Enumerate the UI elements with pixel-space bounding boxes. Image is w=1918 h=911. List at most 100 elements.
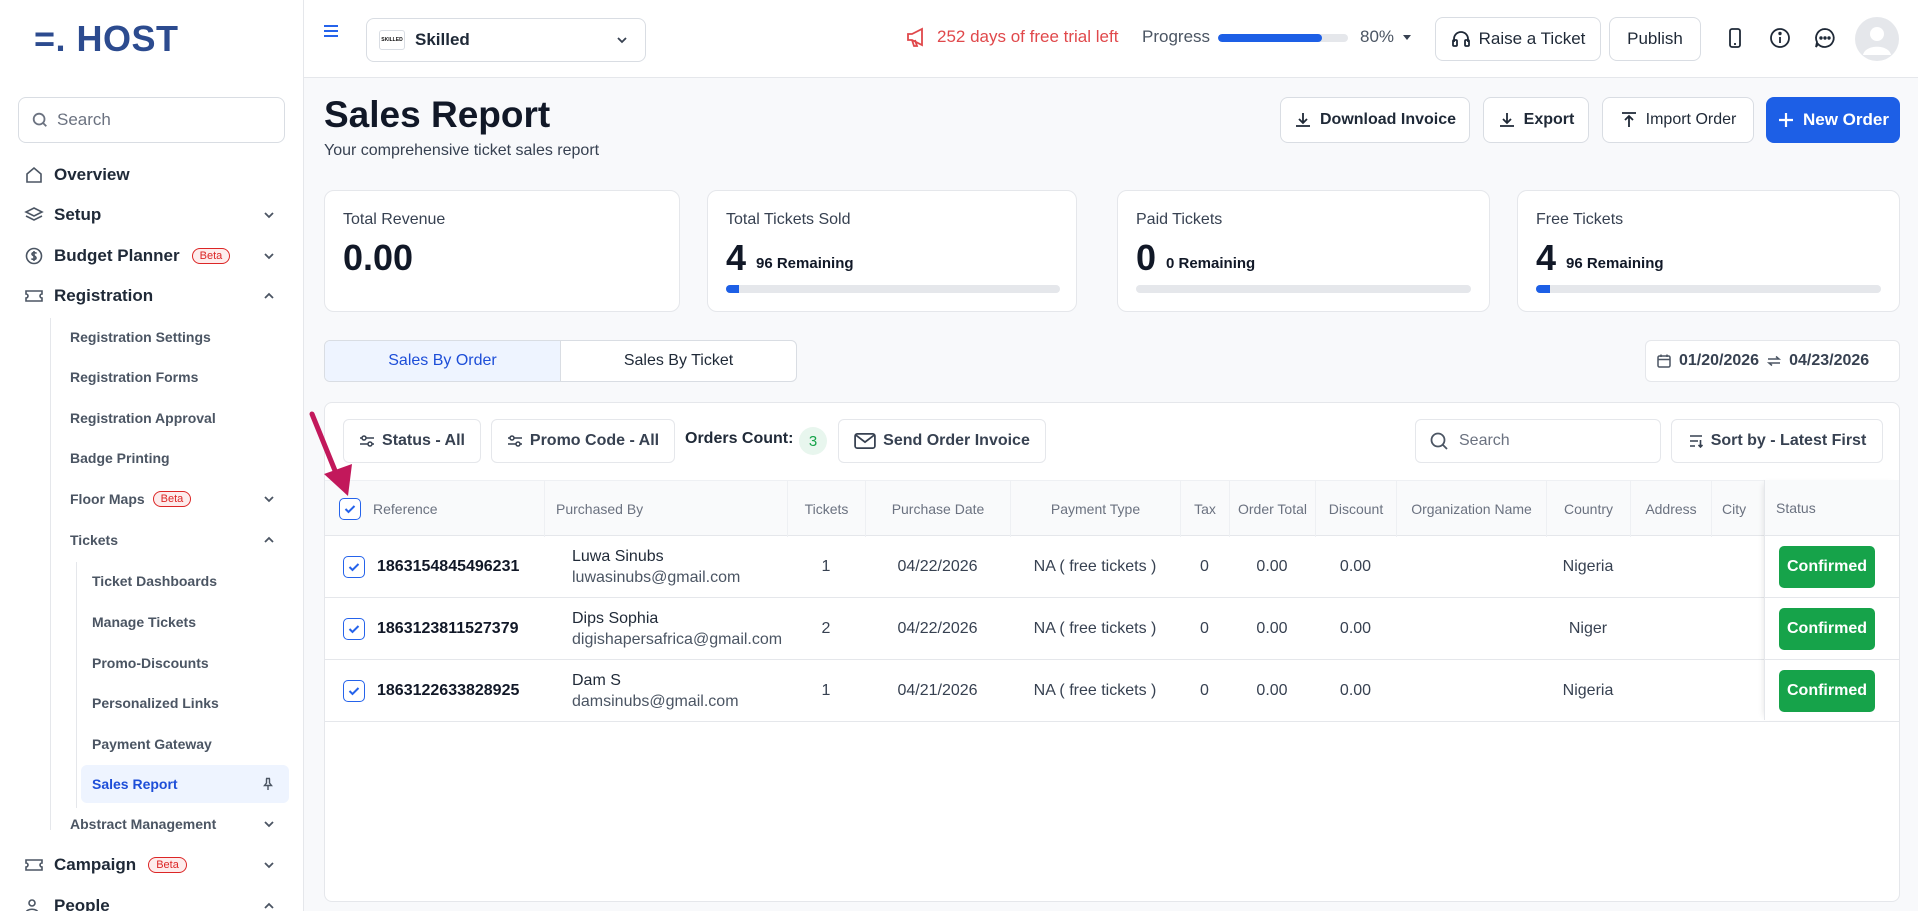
chevron-down-icon[interactable] bbox=[262, 492, 276, 506]
event-selector[interactable]: SKILLED Skilled bbox=[366, 18, 646, 62]
download-invoice-button[interactable]: Download Invoice bbox=[1280, 97, 1470, 143]
sidebar-subitem-badge-printing[interactable]: Badge Printing bbox=[70, 439, 288, 477]
new-order-button[interactable]: New Order bbox=[1766, 97, 1900, 143]
purchaser-email: damsinubs@gmail.com bbox=[572, 692, 739, 710]
status-filter-button[interactable]: Status - All bbox=[343, 419, 481, 463]
sidebar-item-people[interactable]: People bbox=[18, 886, 288, 911]
sidebar-subitem-tickets[interactable]: Tickets bbox=[70, 521, 288, 559]
menu-icon[interactable] bbox=[322, 22, 340, 40]
table-row[interactable]: 1863123811527379 Dips Sophia digishapers… bbox=[325, 598, 1899, 660]
tickets-count: 1 bbox=[821, 558, 831, 575]
order-reference[interactable]: 1863154845496231 bbox=[377, 536, 519, 598]
stat-value: 0 bbox=[1136, 237, 1157, 278]
column-header-discount[interactable]: Discount bbox=[1315, 481, 1396, 537]
country: Nigeria bbox=[1562, 682, 1614, 699]
orders-search-input[interactable]: Search bbox=[1415, 419, 1661, 463]
column-header-purchased-by[interactable]: Purchased By bbox=[544, 481, 787, 537]
sidebar-subitem-registration-settings[interactable]: Registration Settings bbox=[70, 318, 288, 356]
column-header-reference[interactable]: Reference bbox=[339, 481, 544, 537]
raise-ticket-button[interactable]: Raise a Ticket bbox=[1435, 17, 1601, 61]
sidebar-item-budget-planner[interactable]: Budget Planner Beta bbox=[18, 236, 288, 276]
sidebar-item-label: Registration bbox=[54, 286, 154, 305]
order-reference[interactable]: 1863122633828925 bbox=[377, 660, 519, 722]
organization-name bbox=[1396, 598, 1546, 660]
publish-button[interactable]: Publish bbox=[1609, 17, 1701, 61]
sidebar-subitem-payment-gateway[interactable]: Payment Gateway bbox=[81, 725, 289, 763]
sort-button[interactable]: Sort by - Latest First bbox=[1671, 419, 1883, 463]
column-header-address[interactable]: Address bbox=[1630, 481, 1711, 537]
sidebar-subitem-registration-approval[interactable]: Registration Approval bbox=[70, 399, 288, 437]
chevron-down-icon[interactable] bbox=[262, 249, 276, 263]
sidebar-subitem-label: Sales Report bbox=[92, 776, 178, 792]
send-order-invoice-button[interactable]: Send Order Invoice bbox=[838, 419, 1046, 463]
chevron-down-icon[interactable] bbox=[262, 817, 276, 831]
column-header-city[interactable]: City bbox=[1711, 481, 1764, 537]
table-row[interactable]: 1863154845496231 Luwa Sinubs luwasinubs@… bbox=[325, 536, 1899, 598]
export-button[interactable]: Export bbox=[1483, 97, 1589, 143]
orders-count-badge: 3 bbox=[799, 427, 827, 455]
sidebar-item-setup[interactable]: Setup bbox=[18, 195, 288, 235]
stat-card-total-revenue: Total Revenue 0.00 bbox=[324, 190, 680, 312]
tab-sales-by-order[interactable]: Sales By Order bbox=[325, 341, 561, 381]
column-header-purchase-date[interactable]: Purchase Date bbox=[865, 481, 1010, 537]
purchaser-name: Dips Sophia bbox=[572, 609, 659, 627]
trial-notice[interactable]: 252 days of free trial left bbox=[905, 26, 1118, 48]
column-header-tax[interactable]: Tax bbox=[1180, 481, 1229, 537]
mobile-icon[interactable] bbox=[1723, 26, 1747, 50]
column-header-organization-name[interactable]: Organization Name bbox=[1396, 481, 1546, 537]
column-header-order-total[interactable]: Order Total bbox=[1229, 481, 1315, 537]
row-checkbox[interactable] bbox=[343, 680, 365, 702]
sidebar-subitem-sales-report[interactable]: Sales Report bbox=[81, 765, 289, 803]
sidebar-subitem-ticket-dashboards[interactable]: Ticket Dashboards bbox=[81, 562, 289, 600]
sidebar-item-label: People bbox=[54, 896, 110, 911]
check-icon bbox=[348, 687, 360, 696]
column-header-country[interactable]: Country bbox=[1546, 481, 1630, 537]
discount-value: 0.00 bbox=[1339, 620, 1372, 637]
beta-badge: Beta bbox=[191, 248, 231, 264]
sidebar-subitem-promo-discounts[interactable]: Promo-Discounts bbox=[81, 644, 289, 682]
row-checkbox[interactable] bbox=[343, 556, 365, 578]
caret-down-icon[interactable] bbox=[1401, 31, 1413, 43]
chevron-up-icon[interactable] bbox=[262, 899, 276, 911]
sidebar-search-input[interactable]: Search bbox=[18, 97, 285, 143]
table-row[interactable]: 1863122633828925 Dam S damsinubs@gmail.c… bbox=[325, 660, 1899, 722]
sidebar-subitem-label: Floor Maps bbox=[70, 491, 145, 507]
new-order-label: New Order bbox=[1803, 110, 1889, 129]
chevron-down-icon bbox=[617, 37, 627, 44]
sidebar-item-registration[interactable]: Registration bbox=[18, 276, 288, 316]
column-header-status[interactable]: Status bbox=[1765, 480, 1899, 536]
sidebar-search-placeholder: Search bbox=[57, 110, 111, 129]
import-order-button[interactable]: Import Order bbox=[1602, 97, 1754, 143]
purchaser-name: Dam S bbox=[572, 671, 621, 689]
sidebar-subitem-registration-forms[interactable]: Registration Forms bbox=[70, 358, 288, 396]
promo-filter-button[interactable]: Promo Code - All bbox=[491, 419, 675, 463]
info-icon[interactable] bbox=[1768, 26, 1792, 50]
tab-sales-by-ticket[interactable]: Sales By Ticket bbox=[561, 341, 796, 381]
chevron-up-icon[interactable] bbox=[262, 289, 276, 303]
chevron-down-icon[interactable] bbox=[262, 208, 276, 222]
headset-icon bbox=[1451, 31, 1470, 47]
tax-value: 0 bbox=[1200, 558, 1209, 575]
address bbox=[1630, 660, 1711, 722]
chevron-up-icon[interactable] bbox=[262, 533, 276, 547]
calendar-icon bbox=[1657, 354, 1671, 368]
sort-icon bbox=[1689, 435, 1703, 449]
row-checkbox[interactable] bbox=[343, 618, 365, 640]
sidebar-item-overview[interactable]: Overview bbox=[18, 155, 288, 195]
sidebar-item-campaign[interactable]: Campaign Beta bbox=[18, 845, 288, 885]
chat-icon[interactable] bbox=[1813, 26, 1837, 50]
pin-icon[interactable] bbox=[261, 777, 275, 791]
column-header-payment-type[interactable]: Payment Type bbox=[1010, 481, 1180, 537]
sidebar-subitem-manage-tickets[interactable]: Manage Tickets bbox=[81, 603, 289, 641]
brand-logo[interactable]: =. HOST bbox=[34, 18, 179, 60]
date-range-picker[interactable]: 01/20/2026 04/23/2026 bbox=[1645, 340, 1900, 382]
sidebar-subitem-abstract-management[interactable]: Abstract Management bbox=[70, 805, 288, 843]
sidebar-subitem-personalized-links[interactable]: Personalized Links bbox=[81, 684, 289, 722]
stat-title: Paid Tickets bbox=[1136, 211, 1223, 228]
user-avatar[interactable] bbox=[1855, 17, 1899, 61]
sidebar-subitem-floor-maps[interactable]: Floor Maps Beta bbox=[70, 480, 288, 518]
column-header-tickets[interactable]: Tickets bbox=[787, 481, 865, 537]
order-reference[interactable]: 1863123811527379 bbox=[377, 598, 519, 660]
purchaser-email: luwasinubs@gmail.com bbox=[572, 568, 741, 586]
chevron-down-icon[interactable] bbox=[262, 858, 276, 872]
